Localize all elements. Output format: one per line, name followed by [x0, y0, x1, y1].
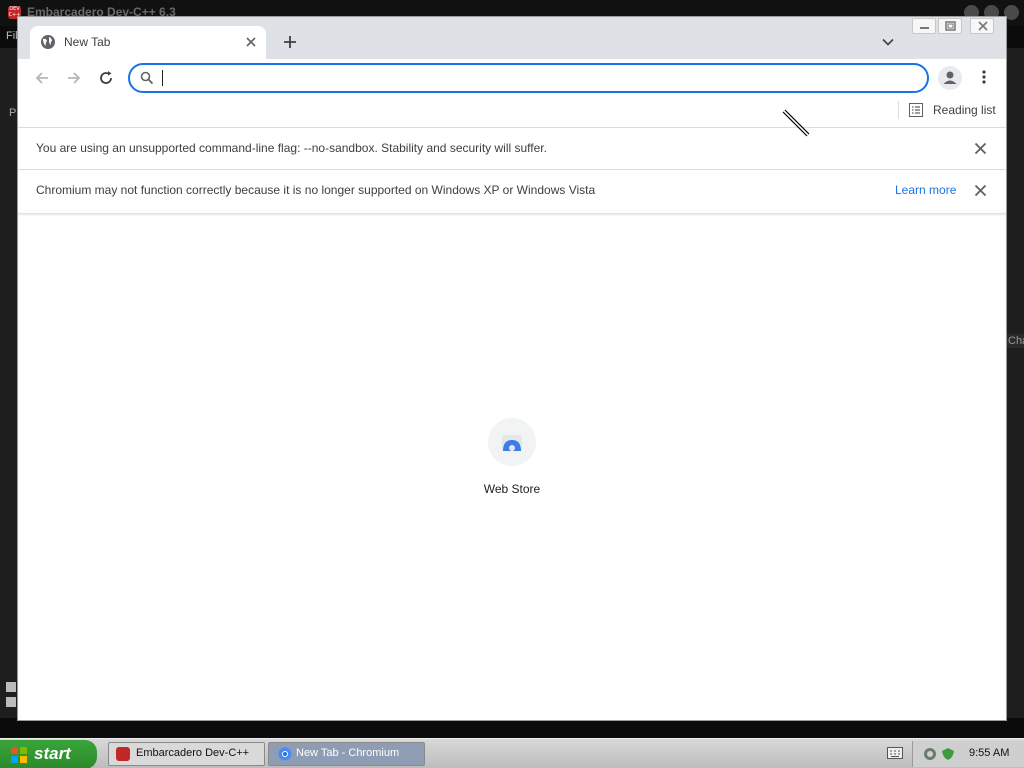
- system-tray: 9:55 AM: [912, 741, 1024, 767]
- minimize-icon: [920, 27, 929, 29]
- chevron-down-icon[interactable]: [881, 35, 895, 49]
- taskbar-item-chromium[interactable]: New Tab - Chromium: [268, 742, 425, 766]
- back-arrow-icon[interactable]: [33, 69, 51, 87]
- background-right-strip: [1007, 48, 1024, 718]
- forward-arrow-icon[interactable]: [65, 69, 83, 87]
- security-shield-icon[interactable]: [941, 747, 955, 761]
- new-tab-page: Web Store: [18, 213, 1006, 720]
- address-bar[interactable]: [128, 63, 929, 93]
- background-handle-1: [6, 682, 16, 692]
- person-icon: [943, 71, 957, 84]
- bookmarks-bar: Reading list: [18, 97, 1006, 127]
- bookmarks-divider: [898, 101, 899, 119]
- background-left-fragment: P: [9, 107, 17, 119]
- reading-list-icon: [909, 103, 923, 117]
- background-menu-fragment[interactable]: Fil: [6, 30, 18, 42]
- background-handle-2: [6, 697, 16, 707]
- close-icon[interactable]: [974, 184, 987, 197]
- text-caret: [162, 70, 163, 86]
- close-x-icon: [978, 21, 988, 31]
- chromium-window: New Tab Reading list You are using an un…: [17, 16, 1007, 721]
- close-icon[interactable]: [244, 35, 258, 49]
- keyboard-icon[interactable]: [887, 747, 903, 759]
- profile-button[interactable]: [938, 66, 962, 90]
- taskbar: start Embarcadero Dev-C++ New Tab - Chro…: [0, 738, 1024, 768]
- tab-title: New Tab: [64, 35, 111, 49]
- taskbar-item-devcpp[interactable]: Embarcadero Dev-C++: [108, 742, 265, 766]
- infobar-os-unsupported: Chromium may not function correctly beca…: [18, 169, 1006, 211]
- web-store-icon: [502, 435, 522, 451]
- toolbar: [18, 59, 1006, 97]
- shortcut-web-store[interactable]: Web Store: [472, 418, 552, 508]
- shortcut-tile: [488, 418, 536, 466]
- new-tab-plus-icon[interactable]: [281, 33, 299, 51]
- windows-logo-icon: [11, 747, 27, 763]
- taskbar-item-label: Embarcadero Dev-C++: [136, 747, 250, 759]
- infobar-sandbox-warning: You are using an unsupported command-lin…: [18, 127, 1006, 169]
- mouse-cursor-icon: [782, 109, 810, 137]
- tab-new-tab[interactable]: New Tab: [30, 26, 266, 59]
- start-label: start: [34, 744, 71, 763]
- reading-list-label: Reading list: [933, 103, 996, 117]
- address-input[interactable]: [162, 68, 902, 88]
- background-left-strip: [0, 48, 17, 718]
- search-icon: [140, 71, 154, 85]
- more-vertical-icon[interactable]: [975, 68, 993, 86]
- close-icon[interactable]: [974, 142, 987, 155]
- tab-strip: New Tab: [18, 17, 1006, 59]
- window-close-button[interactable]: [970, 18, 994, 34]
- network-icon[interactable]: [923, 747, 937, 761]
- reload-icon[interactable]: [97, 69, 115, 87]
- infobar-message: You are using an unsupported command-lin…: [36, 141, 547, 155]
- chromium-app-icon: [278, 747, 292, 761]
- infobar-message: Chromium may not function correctly beca…: [36, 183, 596, 197]
- learn-more-link[interactable]: Learn more: [895, 183, 956, 197]
- taskbar-item-label: New Tab - Chromium: [296, 747, 400, 759]
- background-side-fragment: Cha: [1006, 334, 1024, 348]
- clock: 9:55 AM: [969, 747, 1010, 759]
- globe-icon: [41, 35, 55, 49]
- devcpp-app-icon: [116, 747, 130, 761]
- restore-button[interactable]: [938, 18, 962, 34]
- minimize-button[interactable]: [912, 18, 936, 34]
- start-button[interactable]: start: [0, 740, 97, 768]
- restore-icon: [945, 21, 956, 31]
- shortcut-label: Web Store: [483, 482, 541, 496]
